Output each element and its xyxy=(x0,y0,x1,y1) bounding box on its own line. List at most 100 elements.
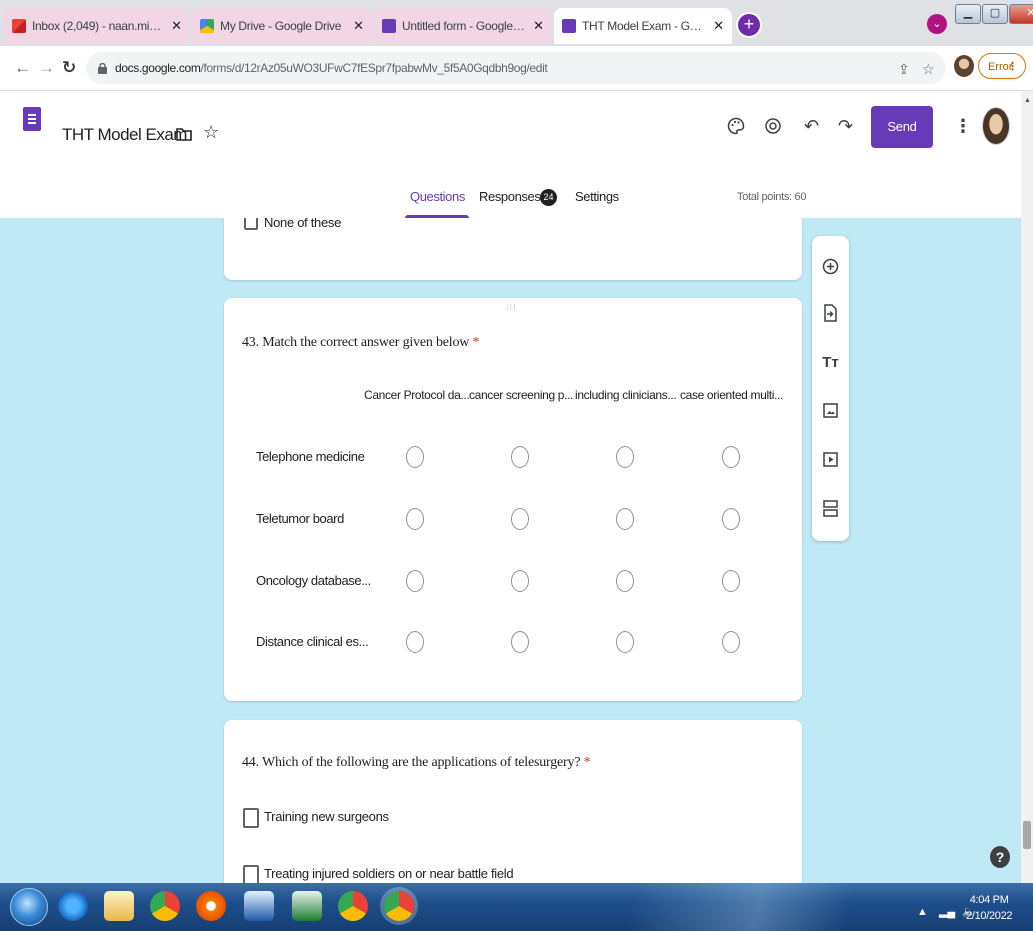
grid-radio[interactable] xyxy=(722,570,740,592)
add-video-icon[interactable] xyxy=(822,452,839,469)
clock-time: 4:04 PM xyxy=(969,894,1009,906)
internet-explorer-icon[interactable] xyxy=(58,891,88,921)
close-icon[interactable]: ✕ xyxy=(533,18,544,34)
star-bookmark-icon[interactable]: ☆ xyxy=(922,61,935,78)
microsoft-excel-icon[interactable] xyxy=(292,891,322,921)
forward-arrow-icon[interactable]: → xyxy=(38,58,55,78)
forms-header: THT Model Exam ☆ ↶ ↷ Send ⋮ Questions Re… xyxy=(0,91,1021,219)
grid-radio[interactable] xyxy=(616,570,634,592)
form-title[interactable]: THT Model Exam xyxy=(62,125,187,145)
browser-tab-gmail[interactable]: Inbox (2,049) - naan.minisree@gm ✕ xyxy=(4,8,190,44)
share-icon[interactable]: ⇪ xyxy=(898,61,910,78)
window-close-button[interactable]: ✕ xyxy=(1009,4,1033,24)
option-checkbox[interactable] xyxy=(243,865,259,883)
grid-radio[interactable] xyxy=(511,508,529,530)
grid-radio[interactable] xyxy=(616,508,634,530)
browser-tab-strip: Inbox (2,049) - naan.minisree@gm ✕ My Dr… xyxy=(0,0,1033,46)
url-input[interactable]: docs.google.com/forms/d/12rAz05uWO3UFwC7… xyxy=(86,52,946,84)
reload-icon[interactable]: ↻ xyxy=(62,58,76,78)
add-section-icon[interactable] xyxy=(822,500,839,517)
browser-profile-avatar[interactable] xyxy=(954,55,974,77)
grid-radio[interactable] xyxy=(406,570,424,592)
account-avatar[interactable] xyxy=(982,107,1010,145)
tab-search-chevron-down-icon[interactable]: ⌄ xyxy=(927,14,947,34)
browser-tab-drive[interactable]: My Drive - Google Drive ✕ xyxy=(192,8,372,44)
forms-icon xyxy=(562,19,576,33)
chrome-window-icon[interactable] xyxy=(338,891,368,921)
folder-icon[interactable] xyxy=(176,125,192,146)
maximize-button[interactable]: ▢ xyxy=(982,4,1008,24)
browser-tab-title: THT Model Exam - Google Forms xyxy=(582,19,707,33)
network-signal-icon[interactable]: ▂▄ xyxy=(939,906,955,918)
scrollbar-thumb[interactable] xyxy=(1023,821,1031,849)
undo-icon[interactable]: ↶ xyxy=(804,116,819,137)
add-question-plus-icon[interactable] xyxy=(822,258,839,275)
grid-radio[interactable] xyxy=(616,446,634,468)
question-title: 43. Match the correct answer given below… xyxy=(242,335,480,351)
tab-settings[interactable]: Settings xyxy=(575,189,619,204)
windows-start-button[interactable] xyxy=(10,888,48,926)
grid-radio[interactable] xyxy=(722,631,740,653)
import-questions-icon[interactable] xyxy=(822,304,839,322)
back-arrow-icon[interactable]: ← xyxy=(14,58,31,78)
scroll-up-arrow-icon[interactable]: ▲ xyxy=(1024,97,1031,104)
grid-radio[interactable] xyxy=(511,631,529,653)
browser-tab-tht-model-exam[interactable]: THT Model Exam - Google Forms ✕ xyxy=(554,8,732,44)
responses-count-badge: 24 xyxy=(540,189,557,206)
url-text: docs.google.com/forms/d/12rAz05uWO3UFwC7… xyxy=(115,61,548,75)
question-card-44[interactable]: 44. Which of the following are the appli… xyxy=(224,720,802,883)
grid-radio[interactable] xyxy=(406,446,424,468)
tab-responses[interactable]: Responses xyxy=(479,189,541,204)
star-icon[interactable]: ☆ xyxy=(203,122,219,143)
help-question-icon[interactable]: ? xyxy=(990,846,1010,868)
chrome-icon[interactable] xyxy=(150,891,180,921)
add-image-icon[interactable] xyxy=(822,403,839,420)
url-path: /forms/d/12rAz05uWO3UFwC7fESpr7fpabwMv_5… xyxy=(200,61,548,75)
microsoft-word-icon[interactable] xyxy=(244,891,274,921)
grid-radio[interactable] xyxy=(511,570,529,592)
grid-radio[interactable] xyxy=(722,446,740,468)
close-icon[interactable]: ✕ xyxy=(353,18,364,34)
new-tab-button[interactable]: + xyxy=(736,12,762,38)
form-editor-canvas: None of these ⁝⁝⁝ 43. Match the correct … xyxy=(0,218,1021,883)
grid-radio[interactable] xyxy=(406,631,424,653)
taskbar-clock[interactable]: 4:04 PM 2/10/2022 xyxy=(966,892,1013,924)
close-icon[interactable]: ✕ xyxy=(713,18,724,34)
option-checkbox[interactable] xyxy=(243,808,259,828)
close-icon[interactable]: ✕ xyxy=(171,18,182,34)
grid-radio[interactable] xyxy=(406,508,424,530)
grid-column-header: cancer screening p... xyxy=(469,388,574,402)
more-options-kebab-icon[interactable]: ⋮ xyxy=(954,116,972,137)
gmail-icon xyxy=(12,19,26,33)
google-forms-logo-icon[interactable] xyxy=(23,107,41,131)
required-asterisk: * xyxy=(583,755,591,770)
grid-radio[interactable] xyxy=(616,631,634,653)
tab-questions[interactable]: Questions xyxy=(410,189,465,204)
question-title-text: 43. Match the correct answer given below xyxy=(242,335,470,350)
browser-tab-title: Inbox (2,049) - naan.minisree@gm xyxy=(32,19,165,33)
grid-radio[interactable] xyxy=(722,508,740,530)
address-bar: ← → ↻ docs.google.com/forms/d/12rAz05uWO… xyxy=(0,46,1033,91)
tray-expand-icon[interactable]: ▲ xyxy=(917,906,928,918)
question-card-43[interactable]: ⁝⁝⁝ 43. Match the correct answer given b… xyxy=(224,298,802,701)
required-asterisk: * xyxy=(472,335,480,350)
minimize-button[interactable]: ▁ xyxy=(955,4,981,24)
media-player-icon[interactable] xyxy=(196,891,226,921)
option-checkbox[interactable] xyxy=(244,218,258,230)
question-card-42[interactable]: None of these xyxy=(224,218,802,280)
add-title-text-icon[interactable]: Tт xyxy=(822,354,839,371)
redo-icon[interactable]: ↷ xyxy=(838,116,853,137)
page-scrollbar[interactable]: ▲ xyxy=(1021,91,1033,883)
drag-handle-icon[interactable]: ⁝⁝⁝ xyxy=(506,304,517,312)
grid-row-label: Telephone medicine xyxy=(256,449,365,464)
preview-eye-icon[interactable] xyxy=(764,117,782,140)
grid-row-label: Teletumor board xyxy=(256,511,344,526)
chrome-window-active-icon[interactable] xyxy=(384,891,414,921)
palette-icon[interactable] xyxy=(727,117,745,140)
grid-radio[interactable] xyxy=(511,446,529,468)
file-explorer-icon[interactable] xyxy=(104,891,134,921)
send-button[interactable]: Send xyxy=(871,106,933,148)
browser-tab-untitled-form[interactable]: Untitled form - Google Forms ✕ xyxy=(374,8,552,44)
windows-taskbar xyxy=(0,883,1033,931)
browser-error-button[interactable]: Error ⋮ xyxy=(978,53,1026,79)
